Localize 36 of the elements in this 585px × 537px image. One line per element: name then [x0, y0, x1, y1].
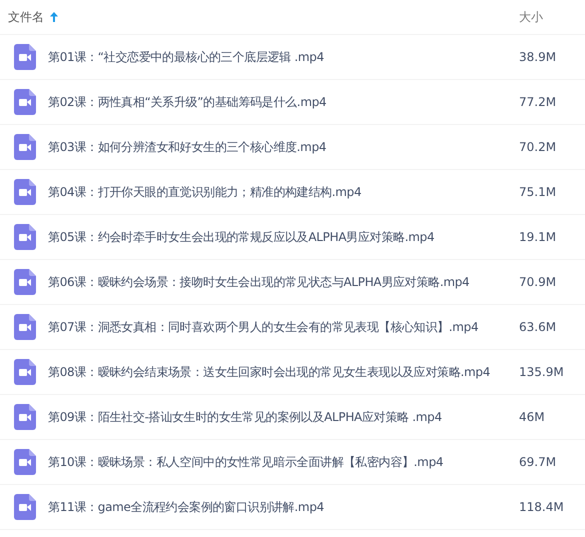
file-size: 77.2M	[519, 94, 558, 111]
file-size: 135.9M	[519, 364, 565, 381]
sort-ascending-icon[interactable]	[50, 12, 58, 22]
file-size: 38.9M	[519, 49, 558, 66]
file-name[interactable]: 第04课：打开你天眼的直觉识别能力；精准的构建结构.mp4	[48, 183, 519, 201]
file-size: 70.9M	[519, 274, 558, 291]
video-file-icon	[14, 134, 36, 160]
video-file-icon	[14, 179, 36, 205]
file-size: 69.7M	[519, 454, 558, 471]
file-name[interactable]: 第03课：如何分辨渣女和好女生的三个核心维度.mp4	[48, 138, 519, 156]
file-name[interactable]: 第02课：两性真相“关系升级”的基础筹码是什么.mp4	[48, 93, 519, 111]
file-name[interactable]: 第10课：暧昧场景：私人空间中的女性常见暗示全面讲解【私密内容】.mp4	[48, 453, 519, 471]
video-file-icon	[14, 359, 36, 385]
file-name[interactable]: 第07课：洞悉女真相：同时喜欢两个男人的女生会有的常见表现【核心知识】.mp4	[48, 318, 519, 336]
video-file-icon	[14, 404, 36, 430]
file-name[interactable]: 第05课：约会时牵手时女生会出现的常规反应以及ALPHA男应对策略.mp4	[48, 228, 519, 246]
file-name[interactable]: 第09课：陌生社交-搭讪女生时的女生常见的案例以及ALPHA应对策略 .mp4	[48, 408, 519, 426]
file-size: 118.4M	[519, 499, 565, 516]
video-file-icon	[14, 494, 36, 520]
video-file-icon	[14, 89, 36, 115]
file-size: 46M	[519, 409, 546, 426]
video-file-icon	[14, 449, 36, 475]
video-file-icon	[14, 269, 36, 295]
file-size: 70.2M	[519, 139, 558, 156]
column-header[interactable]: 文件名	[8, 8, 44, 26]
video-file-icon	[14, 314, 36, 340]
file-size: 19.1M	[519, 229, 558, 246]
file-size: 75.1M	[519, 184, 558, 201]
video-file-icon	[14, 224, 36, 250]
file-size: 63.6M	[519, 319, 558, 336]
video-file-icon	[14, 44, 36, 70]
file-name[interactable]: 第08课：暧昧约会结束场景：送女生回家时会出现的常见女生表现以及应对策略.mp4	[48, 363, 519, 381]
file-name[interactable]: 第11课：game全流程约会案例的窗口识别讲解.mp4	[48, 498, 519, 516]
column-header[interactable]: 大小	[519, 8, 543, 26]
file-name[interactable]: 第01课：“社交恋爱中的最核心的三个底层逻辑 .mp4	[48, 48, 519, 66]
file-name[interactable]: 第06课：暧昧约会场景：接吻时女生会出现的常见状态与ALPHA男应对策略.mp4	[48, 273, 519, 291]
